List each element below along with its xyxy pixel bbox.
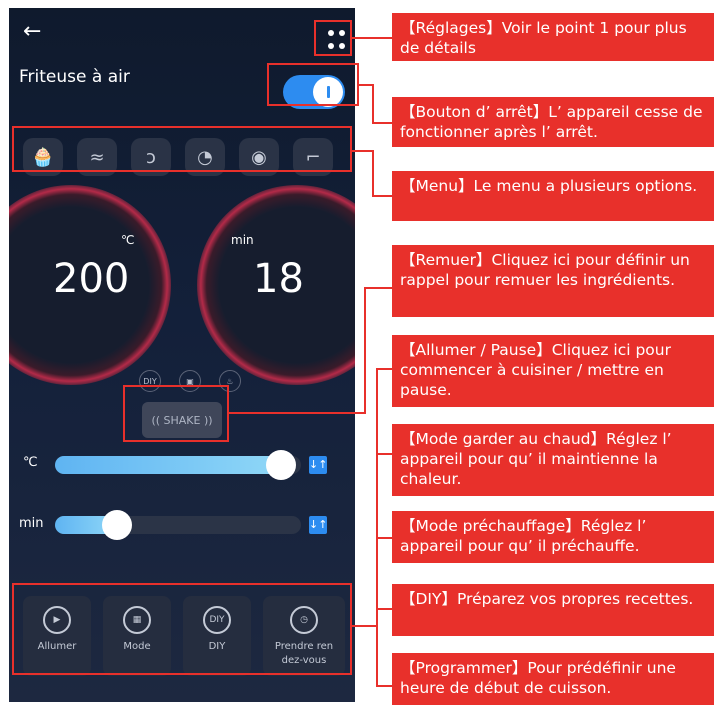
connector-line [364, 287, 366, 414]
temperature-slider[interactable] [55, 450, 301, 480]
connector-line [364, 287, 392, 289]
start-pause-button[interactable]: ▶ Allumer [23, 596, 91, 676]
bottom-action-bar: ▶ Allumer ▦ Mode DIY DIY ◷ Prendre ren d… [23, 596, 353, 676]
back-arrow-icon[interactable]: ← [23, 20, 47, 44]
temperature-value: 200 [53, 256, 130, 302]
shake-button[interactable]: (( SHAKE )) [142, 402, 222, 438]
time-slider-thumb[interactable] [101, 510, 132, 540]
connector-line [372, 122, 392, 124]
steak-icon[interactable]: ◉ [239, 138, 279, 176]
cupcake-icon[interactable]: 🧁 [23, 138, 63, 176]
boot-icon[interactable]: ⌐ [293, 138, 333, 176]
time-slider-label: min [19, 516, 44, 531]
page-title: Friteuse à air [19, 67, 130, 87]
callout-power-button: 【Bouton d’ arrêt】L’ appareil cesse de fo… [392, 97, 714, 147]
menu-row: 🧁 ≈ ↄ ◔ ◉ ⌐ [23, 138, 353, 176]
connector-line [372, 84, 374, 124]
start-pause-label: Allumer [37, 641, 77, 652]
phone-screen: ← Friteuse à air 🧁 ≈ ↄ ◔ ◉ ⌐ ℃ 200 min 1… [9, 8, 355, 702]
keep-warm-icon[interactable]: ▣ [179, 370, 201, 392]
bacon-icon[interactable]: ≈ [77, 138, 117, 176]
connector-line [372, 195, 392, 197]
shrimp-icon[interactable]: ↄ [131, 138, 171, 176]
mode-button[interactable]: ▦ Mode [103, 596, 171, 676]
diy-icon[interactable]: DIY [139, 370, 161, 392]
toggle-knob [313, 77, 343, 107]
connector-line [352, 625, 376, 627]
callout-shake: 【Remuer】Cliquez ici pour définir un rapp… [392, 245, 714, 317]
connector-line [359, 84, 373, 86]
callout-settings: 【Réglages】Voir le point 1 pour plus de d… [392, 13, 714, 61]
connector-line [376, 608, 392, 610]
flame-icon[interactable]: ♨ [219, 370, 241, 392]
time-unit: min [231, 233, 254, 247]
connector-line [352, 150, 374, 152]
temperature-adjust-icon[interactable]: ↓↑ [309, 456, 327, 474]
temperature-unit: ℃ [121, 233, 135, 247]
time-adjust-icon[interactable]: ↓↑ [309, 516, 327, 534]
settings-dots-icon[interactable] [328, 30, 348, 50]
schedule-label: Prendre ren dez-vous [274, 641, 334, 666]
callout-schedule: 【Programmer】Pour prédéfinir une heure de… [392, 653, 714, 705]
diy-label: DIY [208, 641, 226, 652]
time-slider[interactable] [55, 510, 301, 540]
connector-line [229, 412, 365, 414]
connector-line [376, 685, 392, 687]
callout-menu: 【Menu】Le menu a plusieurs options. [392, 171, 714, 221]
chicken-leg-icon[interactable]: ◔ [185, 138, 225, 176]
callout-diy: 【DIY】Préparez vos propres recettes. [392, 584, 714, 636]
mode-label: Mode [123, 641, 151, 652]
diy-button[interactable]: DIY DIY [183, 596, 251, 676]
connector-line [376, 453, 392, 455]
mode-grid-icon: ▦ [123, 606, 151, 634]
schedule-button[interactable]: ◷ Prendre ren dez-vous [263, 596, 345, 676]
connector-line [376, 537, 392, 539]
temperature-slider-thumb[interactable] [266, 450, 297, 480]
callout-start-pause: 【Allumer / Pause】Cliquez ici pour commen… [392, 335, 714, 407]
connector-line [376, 368, 392, 370]
power-toggle[interactable] [283, 75, 345, 109]
timer-icon: ◷ [290, 606, 318, 634]
time-value: 18 [253, 256, 304, 302]
callout-preheat: 【Mode préchauffage】Réglez l’ appareil po… [392, 511, 714, 563]
temperature-slider-label: ℃ [23, 455, 38, 470]
callout-keep-warm: 【Mode garder au chaud】Réglez l’ appareil… [392, 424, 714, 496]
connector-line [352, 37, 392, 39]
connector-line [372, 150, 374, 196]
connector-line [376, 368, 378, 686]
diy-icon: DIY [203, 606, 231, 634]
temperature-slider-fill [55, 456, 282, 474]
play-icon: ▶ [43, 606, 71, 634]
mode-icons: DIY ▣ ♨ [139, 370, 241, 392]
